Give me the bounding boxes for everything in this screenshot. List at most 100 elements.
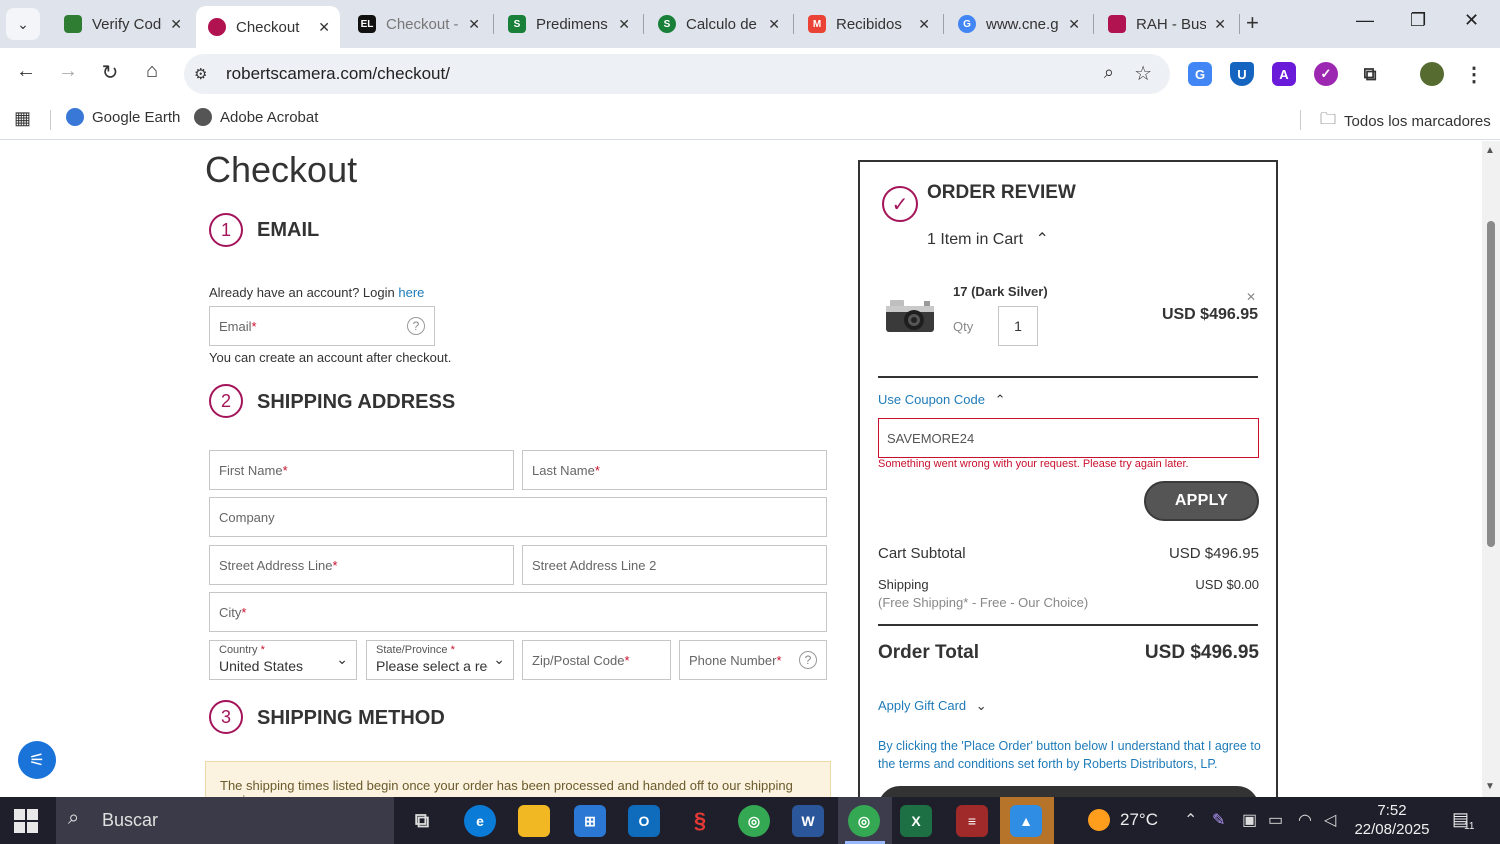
street-address-line-2-field[interactable]: Street Address Line 2 bbox=[522, 545, 827, 585]
close-icon[interactable]: ✕ bbox=[468, 16, 480, 33]
accessibility-settings-button[interactable]: ⚟ bbox=[18, 741, 56, 779]
translate-extension-icon[interactable]: G bbox=[1188, 62, 1212, 86]
all-bookmarks-button[interactable]: 🗀 Todos los marcadores bbox=[1320, 108, 1491, 135]
divider bbox=[878, 624, 1258, 626]
minimize-button[interactable]: — bbox=[1356, 10, 1374, 31]
first-name-field[interactable]: First Name* bbox=[209, 450, 514, 490]
extensions-puzzle-icon[interactable]: ⧉ bbox=[1358, 62, 1382, 86]
file-explorer-icon[interactable] bbox=[518, 805, 550, 837]
apply-gift-card-toggle[interactable]: Apply Gift Card ⌄ bbox=[878, 698, 987, 714]
purple-extension-icon[interactable]: ✓ bbox=[1314, 62, 1338, 86]
url-text[interactable]: robertscamera.com/checkout/ bbox=[226, 64, 450, 84]
close-icon[interactable]: ✕ bbox=[618, 16, 630, 33]
profile-avatar[interactable] bbox=[1420, 62, 1444, 86]
tab-search-button[interactable]: ⌄ bbox=[6, 8, 40, 40]
battery-icon[interactable]: ▭ bbox=[1268, 810, 1283, 830]
photos-icon[interactable]: ▲ bbox=[1010, 805, 1042, 837]
task-view-icon[interactable]: ⧉ bbox=[406, 805, 438, 837]
notifications-button[interactable]: ▤ 11 bbox=[1452, 809, 1474, 832]
kebab-menu-icon[interactable]: ⋮ bbox=[1462, 62, 1486, 86]
shipping-times-notice: The shipping times listed begin once you… bbox=[205, 761, 831, 797]
city-field[interactable]: City* bbox=[209, 592, 827, 632]
font-extension-icon[interactable]: A bbox=[1272, 62, 1296, 86]
tab-verify-code[interactable]: Verify Code ✕ bbox=[52, 6, 192, 42]
email-field[interactable]: Email* ? bbox=[209, 306, 435, 346]
pen-icon[interactable]: ✎ bbox=[1212, 810, 1225, 830]
last-name-field[interactable]: Last Name* bbox=[522, 450, 827, 490]
state-province-select[interactable]: State/Province * Please select a regi ⌄ bbox=[366, 640, 514, 680]
close-icon[interactable]: ✕ bbox=[768, 16, 780, 33]
winrar-icon[interactable]: ≡ bbox=[956, 805, 988, 837]
tab-rah[interactable]: RAH - Busc ✕ bbox=[1096, 6, 1236, 42]
scroll-up-icon[interactable]: ▲ bbox=[1485, 145, 1495, 156]
bookmark-google-earth[interactable]: Google Earth bbox=[66, 108, 180, 126]
system-clock[interactable]: 7:52 22/08/2025 bbox=[1352, 801, 1432, 839]
close-icon[interactable]: ✕ bbox=[1214, 16, 1226, 33]
place-order-button[interactable] bbox=[878, 786, 1259, 797]
reload-button[interactable]: ↻ bbox=[96, 60, 124, 85]
new-tab-button[interactable]: + bbox=[1246, 10, 1259, 36]
weather-widget[interactable]: 27°C bbox=[1088, 809, 1158, 831]
speaker-icon[interactable]: ◁ bbox=[1324, 810, 1336, 830]
scroll-down-icon[interactable]: ▼ bbox=[1485, 781, 1495, 792]
coupon-code-input[interactable] bbox=[878, 418, 1259, 458]
shield-extension-icon[interactable]: U bbox=[1230, 62, 1254, 86]
company-field[interactable]: Company bbox=[209, 497, 827, 537]
windows-start-button[interactable] bbox=[14, 809, 38, 833]
meet-icon[interactable]: ▣ bbox=[1242, 810, 1257, 830]
close-icon[interactable]: ✕ bbox=[170, 16, 182, 33]
excel-icon[interactable]: X bbox=[900, 805, 932, 837]
back-button[interactable]: ← bbox=[12, 60, 40, 83]
terms-notice[interactable]: By clicking the 'Place Order' button bel… bbox=[878, 737, 1263, 773]
word-icon[interactable]: W bbox=[792, 805, 824, 837]
cart-items-toggle[interactable]: 1 Item in Cart ⌃ bbox=[927, 229, 1049, 249]
close-icon[interactable]: ✕ bbox=[318, 19, 330, 36]
tray-overflow-icon[interactable]: ⌃ bbox=[1184, 810, 1197, 830]
street1-placeholder: Street Address Line* bbox=[219, 558, 338, 573]
start-tile bbox=[14, 822, 25, 833]
page-scrollbar[interactable]: ▲ ▼ bbox=[1482, 141, 1500, 797]
app-s-icon[interactable]: § bbox=[684, 805, 716, 837]
remove-item-icon[interactable]: ✕ bbox=[1246, 290, 1256, 304]
address-bar[interactable]: ⚙ robertscamera.com/checkout/ ⌕ ☆ bbox=[184, 54, 1170, 94]
help-icon[interactable]: ? bbox=[799, 651, 817, 669]
sheets-favicon-icon: S bbox=[658, 15, 676, 33]
quantity-input[interactable]: 1 bbox=[998, 306, 1038, 346]
wifi-icon[interactable]: ◠ bbox=[1298, 810, 1312, 830]
taskbar-search[interactable]: ⌕ Buscar bbox=[56, 797, 394, 844]
forward-button[interactable]: → bbox=[54, 60, 82, 83]
country-select[interactable]: Country * United States ⌄ bbox=[209, 640, 357, 680]
apply-coupon-button[interactable]: APPLY bbox=[1144, 481, 1259, 521]
close-window-button[interactable]: ✕ bbox=[1464, 10, 1479, 31]
use-coupon-code-toggle[interactable]: Use Coupon Code ⌃ bbox=[878, 392, 1006, 408]
bookmark-adobe-acrobat[interactable]: Adobe Acrobat bbox=[194, 108, 318, 126]
help-icon[interactable]: ? bbox=[407, 317, 425, 335]
edge-icon[interactable]: e bbox=[464, 805, 496, 837]
chrome-profile-icon[interactable]: ◎ bbox=[738, 805, 770, 837]
globe-icon bbox=[194, 108, 212, 126]
microsoft-store-icon[interactable]: ⊞ bbox=[574, 805, 606, 837]
close-icon[interactable]: ✕ bbox=[918, 16, 930, 33]
chrome-icon[interactable]: ◎ bbox=[848, 805, 880, 837]
tab-recibidos[interactable]: M Recibidos ✕ bbox=[796, 6, 940, 42]
close-icon[interactable]: ✕ bbox=[1068, 16, 1080, 33]
tab-calculo[interactable]: S Calculo de ✕ bbox=[646, 6, 790, 42]
login-link[interactable]: here bbox=[398, 285, 424, 300]
tab-checkout-2[interactable]: EL Checkout - ✕ bbox=[346, 6, 490, 42]
street-address-line-1-field[interactable]: Street Address Line* bbox=[209, 545, 514, 585]
city-placeholder: City* bbox=[219, 605, 246, 620]
outlook-icon[interactable]: O bbox=[628, 805, 660, 837]
bookmark-star-icon[interactable]: ☆ bbox=[1134, 61, 1152, 86]
apps-grid-button[interactable]: ▦ bbox=[14, 108, 31, 129]
site-info-icon[interactable]: ⚙ bbox=[194, 65, 207, 83]
scrollbar-thumb[interactable] bbox=[1487, 221, 1495, 547]
tab-predimens[interactable]: S Predimens ✕ bbox=[496, 6, 640, 42]
restore-button[interactable]: ❐ bbox=[1410, 10, 1426, 31]
phone-number-field[interactable]: Phone Number* ? bbox=[679, 640, 827, 680]
zip-postal-code-field[interactable]: Zip/Postal Code* bbox=[522, 640, 671, 680]
restore-icon: ❐ bbox=[1410, 10, 1427, 30]
zoom-icon[interactable]: ⌕ bbox=[1104, 62, 1114, 83]
home-button[interactable]: ⌂ bbox=[138, 60, 166, 83]
tab-cne[interactable]: G www.cne.g ✕ bbox=[946, 6, 1090, 42]
tab-checkout-active[interactable]: Checkout ✕ bbox=[196, 6, 340, 48]
